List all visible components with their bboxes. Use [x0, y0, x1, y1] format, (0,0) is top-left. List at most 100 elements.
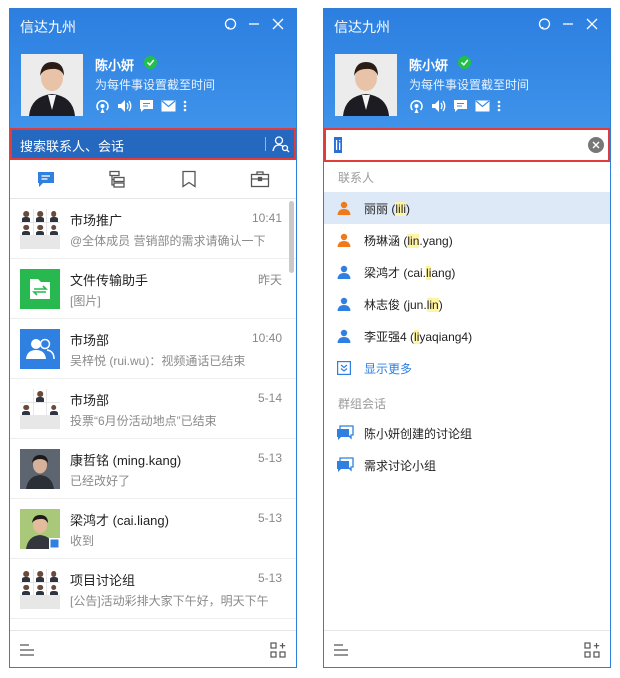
conversation-preview: 收到 [70, 534, 95, 548]
user-avatar[interactable] [21, 54, 83, 116]
contact-result-text: 李亚强4 (liyaqiang4) [364, 330, 473, 344]
close-icon[interactable] [580, 14, 604, 34]
contact-result-text: 丽丽 (lili) [364, 202, 411, 216]
apps-icon[interactable] [584, 642, 600, 663]
list-scrollbar[interactable] [289, 201, 294, 273]
user-signature[interactable]: 为每件事设置截至时间 [95, 76, 215, 93]
profile-header: 信达九州 陈小妍 为每件事设置截至时间 [10, 9, 296, 129]
contact-icon [337, 265, 351, 284]
user-avatar[interactable] [335, 54, 397, 116]
close-icon[interactable] [266, 14, 290, 34]
group-result-label: 需求讨论小组 [364, 459, 437, 473]
contacts-section-header: 联系人 [338, 171, 375, 185]
contact-avatar [20, 449, 60, 489]
conversation-row[interactable]: 康哲铭 (ming.kang) 5-13 已经改好了 [10, 439, 296, 499]
contact-result[interactable]: 李亚强4 (liyaqiang4) [324, 320, 610, 352]
tab-organization[interactable] [82, 160, 154, 198]
conversation-time: 5-14 [257, 391, 282, 405]
conversation-preview: 投票“6月份活动地点”已结束 [70, 414, 217, 428]
contact-result-text: 梁鸿才 (cai.liang) [364, 266, 456, 280]
tab-messages[interactable] [10, 160, 82, 198]
feedback-icon[interactable] [532, 14, 556, 34]
show-more-label: 显示更多 [364, 362, 413, 376]
message-icon[interactable] [139, 98, 161, 114]
expand-more-icon [337, 361, 352, 380]
online-status-icon [144, 56, 157, 69]
more-icon[interactable] [183, 98, 205, 114]
file-transfer-icon [20, 269, 60, 309]
conversation-preview: 吴梓悦 (rui.wu)：视频通话已结束 [70, 354, 246, 368]
search-highlight-frame [324, 128, 610, 162]
chat-window-right: 信达九州 陈小妍 为每件事设置截至时间 li 联系人 丽丽 (lili) 杨琳涵 [323, 8, 611, 668]
conversation-preview: [公告]活动彩排大家下午好，明天下午… [70, 594, 270, 608]
feedback-icon[interactable] [218, 14, 242, 34]
message-icon[interactable] [453, 98, 475, 114]
speaker-icon[interactable] [117, 98, 139, 114]
conversation-name: 梁鸿才 (cai.liang) [70, 513, 169, 528]
conversation-preview: [图片] [70, 294, 101, 308]
conversation-row[interactable]: 文件传输助手 昨天 [图片] [10, 259, 296, 319]
user-signature[interactable]: 为每件事设置截至时间 [409, 76, 529, 93]
user-name: 陈小妍 [95, 58, 135, 73]
group-result[interactable]: 需求讨论小组 [324, 449, 610, 481]
group-result[interactable]: 陈小妍创建的讨论组 [324, 417, 610, 449]
mail-icon[interactable] [161, 98, 183, 114]
conversation-name: 市场推广 [70, 213, 123, 228]
group-avatar [20, 209, 60, 249]
contact-result-text: 林志俊 (jun.lin) [364, 298, 443, 312]
conversation-row[interactable]: 市场部 5-14 投票“6月份活动地点”已结束 [10, 379, 296, 439]
show-more-button[interactable]: 显示更多 [324, 352, 610, 384]
department-icon [20, 329, 60, 369]
conversation-row[interactable]: 项目讨论组 5-13 [公告]活动彩排大家下午好，明天下午… [10, 559, 296, 619]
minimize-icon[interactable] [556, 14, 580, 34]
broadcast-icon[interactable] [409, 98, 431, 114]
bottom-bar [324, 630, 610, 667]
broadcast-icon[interactable] [95, 98, 117, 114]
conversation-name: 项目讨论组 [70, 573, 136, 588]
chat-window-left: 信达九州 陈小妍 为每件事设置截至时间 搜索联系人、会话 市场推广 10:41 … [9, 8, 297, 668]
tab-workbench[interactable] [225, 160, 297, 198]
main-tabs [10, 160, 296, 199]
menu-icon[interactable] [334, 643, 348, 661]
contact-result[interactable]: 杨琳涵 (lin.yang) [324, 224, 610, 256]
conversation-preview: @全体成员 营销部的需求请确认一下 [70, 234, 266, 248]
conversation-row[interactable]: 市场部 10:40 吴梓悦 (rui.wu)：视频通话已结束 [10, 319, 296, 379]
profile-actions [95, 98, 205, 114]
group-avatar [20, 569, 60, 609]
mail-icon[interactable] [475, 98, 497, 114]
contact-icon [337, 297, 351, 316]
minimize-icon[interactable] [242, 14, 266, 34]
conversation-name: 康哲铭 (ming.kang) [70, 453, 182, 468]
more-icon[interactable] [497, 98, 519, 114]
online-status-icon [458, 56, 471, 69]
contact-icon [337, 329, 351, 348]
contact-result[interactable]: 梁鸿才 (cai.liang) [324, 256, 610, 288]
speaker-icon[interactable] [431, 98, 453, 114]
conversation-name: 文件传输助手 [70, 273, 149, 288]
groups-section-header: 群组会话 [338, 397, 387, 411]
group-chat-icon [336, 457, 354, 478]
contact-result[interactable]: 林志俊 (jun.lin) [324, 288, 610, 320]
conversation-preview: 已经改好了 [70, 474, 131, 488]
search-highlight-frame [10, 128, 296, 160]
group-chat-icon [336, 425, 354, 446]
profile-header: 信达九州 陈小妍 为每件事设置截至时间 [324, 9, 610, 129]
group-result-label: 陈小妍创建的讨论组 [364, 427, 473, 441]
conversation-time: 5-13 [257, 451, 282, 465]
conversation-name: 市场部 [70, 393, 110, 408]
menu-icon[interactable] [20, 643, 34, 661]
apps-icon[interactable] [270, 642, 286, 663]
user-name: 陈小妍 [409, 58, 449, 73]
conversation-row[interactable]: 市场推广 10:41 @全体成员 营销部的需求请确认一下 [10, 199, 296, 259]
conversation-time: 10:41 [251, 211, 282, 225]
conversation-time: 昨天 [257, 273, 282, 287]
app-title: 信达九州 [20, 19, 76, 35]
conversation-row[interactable]: 梁鸿才 (cai.liang) 5-13 收到 [10, 499, 296, 559]
contact-icon [337, 233, 351, 252]
conversation-time: 5-13 [257, 511, 282, 525]
conversation-list: 市场推广 10:41 @全体成员 营销部的需求请确认一下 文件传输助手 昨天 [… [10, 199, 296, 629]
tab-bookmarks[interactable] [153, 160, 225, 198]
contact-result[interactable]: 丽丽 (lili) [324, 192, 610, 224]
contact-result-text: 杨琳涵 (lin.yang) [364, 234, 453, 248]
contact-icon [337, 201, 351, 220]
